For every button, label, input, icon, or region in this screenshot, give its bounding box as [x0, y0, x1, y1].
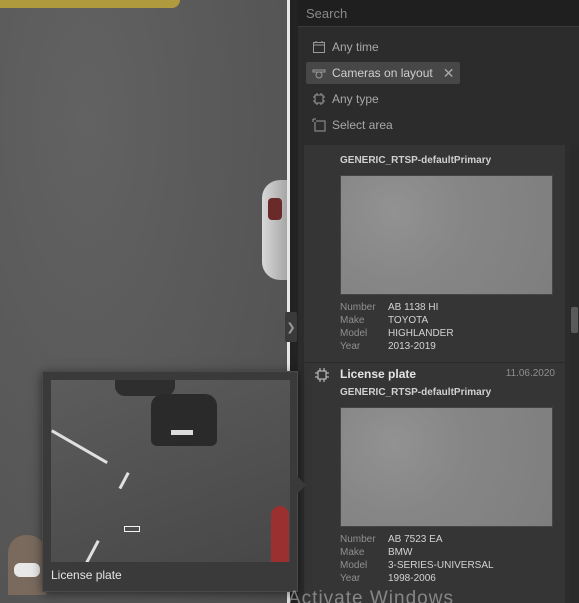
meta-value: AB 7523 EA: [388, 534, 443, 545]
person: [8, 535, 46, 595]
remove-filter-icon[interactable]: ✕: [443, 65, 455, 82]
preview-frame[interactable]: [51, 380, 290, 562]
result-thumbnail[interactable]: [340, 407, 553, 527]
meta-value: 2013-2019: [388, 341, 436, 352]
search-input[interactable]: Search: [298, 0, 579, 27]
collapse-panel-button[interactable]: ❯: [285, 312, 297, 342]
calendar-icon: [313, 41, 325, 53]
preview-caption: License plate: [51, 568, 122, 582]
meta-key: Number: [340, 534, 376, 545]
result-card[interactable]: License plate 11.06.2020 GENERIC_RTSP-def…: [304, 363, 565, 603]
vehicle-yellow: [0, 0, 180, 8]
filter-list: Any time Cameras on layout ✕ Any type Se…: [298, 27, 579, 145]
result-date: 11.06.2020: [505, 368, 555, 379]
preview-popover: License plate: [42, 371, 306, 592]
filter-label: Cameras on layout: [332, 66, 433, 80]
results-list: .... GENERIC_RTSP-defaultPrimary NumberA…: [304, 145, 565, 603]
area-icon: [312, 118, 326, 132]
lane-marking: [118, 472, 130, 490]
popover-pointer: [297, 476, 306, 494]
vehicle-white: [262, 180, 287, 280]
meta-key: Make: [340, 547, 365, 558]
filter-select-area[interactable]: Select area: [306, 114, 399, 136]
result-camera: GENERIC_RTSP-defaultPrimary: [340, 387, 492, 398]
scrollbar-thumb[interactable]: [571, 307, 578, 333]
activation-watermark: Activate Windows: [288, 588, 454, 603]
meta-key: Model: [340, 328, 368, 339]
meta-value: AB 1138 HI: [388, 302, 439, 313]
meta-value: HIGHLANDER: [388, 328, 454, 339]
meta-value: 1998-2006: [388, 573, 436, 584]
result-meta: Number AB 7523 EA Make BMW Model 3-SERIES-U…: [340, 533, 565, 585]
meta-key: Year: [340, 341, 361, 352]
meta-value: 3-SERIES-UNIVERSAL: [388, 560, 494, 571]
detection-box: [124, 526, 140, 532]
chip-icon: [313, 93, 325, 105]
person: [271, 506, 289, 562]
lane-marking: [51, 429, 108, 464]
meta-key: Year: [340, 573, 361, 584]
search-panel: Search Any time Cameras on layout ✕ Any …: [298, 0, 579, 603]
filter-cameras-on-layout[interactable]: Cameras on layout ✕: [306, 62, 461, 84]
meta-value: TOYOTA: [388, 315, 429, 326]
meta-key: Number: [340, 302, 376, 313]
result-meta: Number AB 1138 HI Make TOYOTA Model HIGHLAN…: [340, 301, 565, 353]
result-thumbnail[interactable]: [340, 175, 553, 295]
vehicle: [151, 394, 217, 446]
filter-any-type[interactable]: Any type: [306, 88, 385, 110]
result-camera: GENERIC_RTSP-defaultPrimary: [340, 155, 492, 166]
filter-any-time[interactable]: Any time: [306, 36, 385, 58]
filter-label: Select area: [332, 118, 393, 132]
filter-label: Any type: [332, 92, 379, 106]
result-title: License plate: [340, 367, 417, 381]
filter-label: Any time: [332, 40, 379, 54]
camera-icon: [312, 69, 326, 79]
meta-value: BMW: [388, 547, 413, 558]
results-scrollbar[interactable]: [570, 145, 579, 603]
meta-key: Model: [340, 560, 368, 571]
lane-marking: [83, 540, 100, 562]
result-card[interactable]: .... GENERIC_RTSP-defaultPrimary NumberA…: [304, 145, 565, 363]
meta-key: Make: [340, 315, 365, 326]
